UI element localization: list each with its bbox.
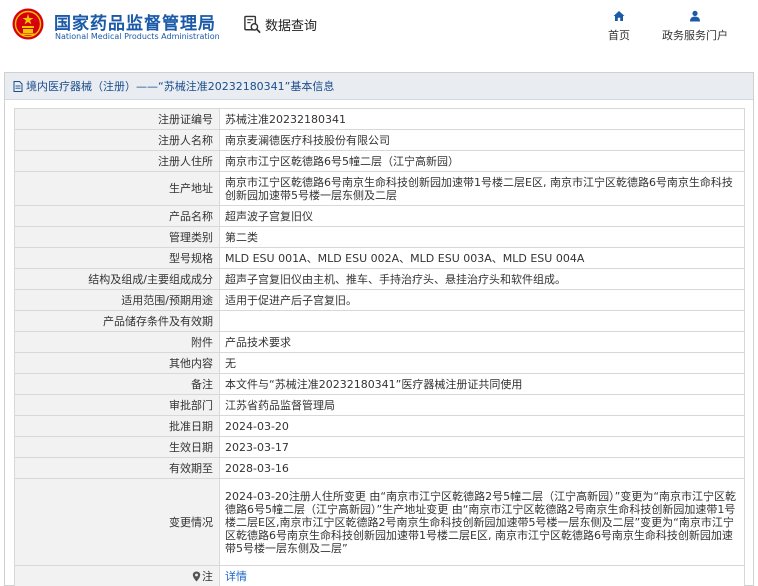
table-row: 备注 本文件与“苏械注准20232180341”医疗器械注册证共同使用 <box>14 373 745 395</box>
row-value: MLD ESU 001A、MLD ESU 002A、MLD ESU 003A、M… <box>219 247 745 269</box>
nav-portal-label: 政务服务门户 <box>662 29 728 42</box>
table-row: 有效期至 2028-03-16 <box>14 457 745 479</box>
row-value: 2028-03-16 <box>219 457 745 479</box>
row-label: 批准日期 <box>14 415 220 437</box>
row-label: 产品储存条件及有效期 <box>14 310 220 332</box>
table-row: 产品储存条件及有效期 <box>14 310 745 332</box>
table-row: 审批部门 江苏省药品监督管理局 <box>14 394 745 416</box>
row-label: 其他内容 <box>14 352 220 374</box>
row-label: 注册人名称 <box>14 129 220 151</box>
table-row: 注册证编号 苏械注准20232180341 <box>14 108 745 130</box>
table-row: 适用范围/预期用途 适用于促进产后子宫复旧。 <box>14 289 745 311</box>
row-value: 适用于促进产后子宫复旧。 <box>219 289 745 311</box>
row-label: 注册证编号 <box>14 108 220 130</box>
table-row: 变更情况 2024-03-20注册人住所变更 由“南京市江宁区乾德路2号5幢二层（… <box>14 478 745 566</box>
table-row: 其他内容无 <box>14 352 745 374</box>
row-label: 适用范围/预期用途 <box>14 289 220 311</box>
row-value: 2024-03-20注册人住所变更 由“南京市江宁区乾德路2号5幢二层（江宁高新… <box>219 478 745 566</box>
site-name[interactable]: 国家药品监督管理局 <box>54 9 216 34</box>
document-icon <box>13 80 23 92</box>
row-value <box>219 310 745 332</box>
data-query-label: 数据查询 <box>265 19 318 34</box>
table-row: 附件 产品技术要求 <box>14 331 745 353</box>
device-info-table: 注册证编号 苏械注准20232180341 注册人名称 南京麦澜德医疗科技股份有限公… <box>14 108 745 586</box>
table-row: 型号规格 MLD ESU 001A、MLD ESU 002A、MLD ESU 00… <box>14 247 745 269</box>
table-row: 产品名称 超声波子宫复旧仪 <box>14 205 745 227</box>
row-value: 南京麦澜德医疗科技股份有限公司 <box>219 129 745 151</box>
row-label: 备注 <box>14 373 220 395</box>
row-value: 超声波子宫复旧仪 <box>219 205 745 227</box>
table-row: 结构及组成/主要组成成分 超声子宫复旧仪由主机、推车、手持治疗头、悬挂治疗头和软件… <box>14 268 745 290</box>
row-value: 南京市江宁区乾德路6号5幢二层（江宁高新园） <box>219 150 745 172</box>
row-value: 第二类 <box>219 226 745 248</box>
row-label: 产品名称 <box>14 205 220 227</box>
row-label: 变更情况 <box>14 478 220 566</box>
breadcrumb-text: 境内医疗器械（注册）——“苏械注准20232180341”基本信息 <box>26 80 335 93</box>
row-label: 注册人住所 <box>14 150 220 172</box>
row-value: 苏械注准20232180341 <box>219 108 745 130</box>
note-label-cell: 注 <box>14 565 220 586</box>
data-query-link[interactable]: 数据查询 <box>243 15 317 34</box>
row-value: 无 <box>219 352 745 374</box>
table-row: 管理类别 第二类 <box>14 226 745 248</box>
table-row-note: 注 详情 <box>14 565 745 586</box>
row-value: 2024-03-20 <box>219 415 745 437</box>
nav-service-portal[interactable]: 政务服务门户 <box>655 10 735 43</box>
row-label: 生产地址 <box>14 171 220 206</box>
row-value: 江苏省药品监督管理局 <box>219 394 745 416</box>
nav-home-label: 首页 <box>608 29 630 42</box>
table-row: 批准日期 2024-03-20 <box>14 415 745 437</box>
details-link[interactable]: 详情 <box>225 570 247 583</box>
home-icon <box>613 11 625 21</box>
location-pin-icon <box>192 571 201 581</box>
row-value: 产品技术要求 <box>219 331 745 353</box>
row-label: 附件 <box>14 331 220 353</box>
row-label: 型号规格 <box>14 247 220 269</box>
site-header: 国家药品监督管理局 National Medical Products Admi… <box>0 0 758 62</box>
detail-panel: 境内医疗器械（注册）——“苏械注准20232180341”基本信息 注册证编号苏… <box>4 72 754 586</box>
breadcrumb: 境内医疗器械（注册）——“苏械注准20232180341”基本信息 <box>5 73 753 100</box>
note-value-cell: 详情 <box>219 565 745 586</box>
row-label: 审批部门 <box>14 394 220 416</box>
user-icon <box>690 10 700 22</box>
row-value: 本文件与“苏械注准20232180341”医疗器械注册证共同使用 <box>219 373 745 395</box>
row-label: 管理类别 <box>14 226 220 248</box>
table-row: 注册人名称 南京麦澜德医疗科技股份有限公司 <box>14 129 745 151</box>
row-value: 南京市江宁区乾德路6号南京生命科技创新园加速带1号楼二层E区, 南京市江宁区乾德… <box>219 171 745 206</box>
row-value: 超声子宫复旧仪由主机、推车、手持治疗头、悬挂治疗头和软件组成。 <box>219 268 745 290</box>
national-emblem-icon <box>12 8 44 40</box>
table-row: 生效日期 2023-03-17 <box>14 436 745 458</box>
table-row: 生产地址 南京市江宁区乾德路6号南京生命科技创新园加速带1号楼二层E区, 南京市江… <box>14 171 745 206</box>
table-row: 注册人住所 南京市江宁区乾德路6号5幢二层（江宁高新园） <box>14 150 745 172</box>
row-label: 生效日期 <box>14 436 220 458</box>
site-name-en[interactable]: National Medical Products Administration <box>55 32 220 41</box>
row-label: 有效期至 <box>14 457 220 479</box>
row-value: 2023-03-17 <box>219 436 745 458</box>
row-label: 结构及组成/主要组成成分 <box>14 268 220 290</box>
note-label: 注 <box>202 569 213 583</box>
data-search-icon <box>244 15 261 33</box>
nav-home[interactable]: 首页 <box>604 10 634 43</box>
